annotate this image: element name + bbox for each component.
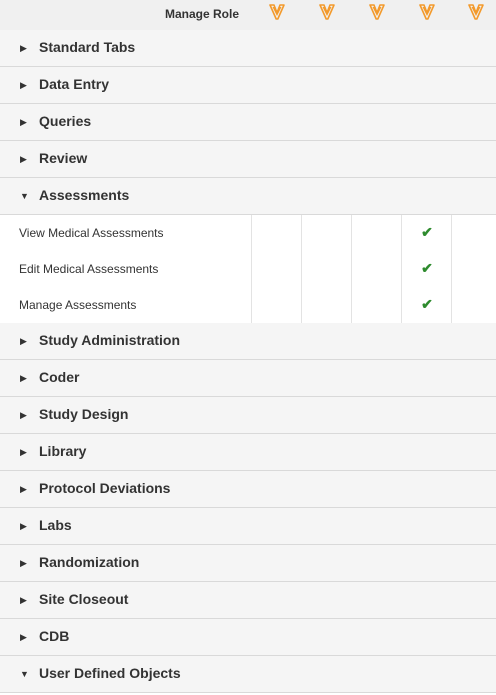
permission-cell[interactable] (451, 287, 496, 323)
section-label: Study Administration (39, 332, 181, 348)
caret-right-icon[interactable]: ▶ (20, 582, 27, 618)
section-label: Library (39, 443, 87, 459)
caret-right-icon[interactable]: ▶ (20, 545, 27, 581)
veeva-v-icon[interactable] (269, 3, 285, 21)
permission-label: Edit Medical Assessments (19, 262, 159, 276)
checkmark-icon: ✔ (421, 296, 433, 312)
section-cdb[interactable]: ▶ CDB (0, 619, 496, 656)
caret-right-icon[interactable]: ▶ (20, 30, 27, 66)
section-label: Randomization (39, 554, 140, 570)
section-standard-tabs[interactable]: ▶ Standard Tabs (0, 30, 496, 67)
section-coder[interactable]: ▶ Coder (0, 360, 496, 397)
permission-row: Manage Assessments ✔ (0, 287, 496, 324)
permission-cell[interactable] (301, 215, 352, 251)
permission-cell[interactable]: ✔ (401, 215, 452, 251)
section-label: User Defined Objects (39, 665, 181, 681)
section-review[interactable]: ▶ Review (0, 141, 496, 178)
section-protocol-deviations[interactable]: ▶ Protocol Deviations (0, 471, 496, 508)
section-label: Review (39, 150, 88, 166)
section-data-entry[interactable]: ▶ Data Entry (0, 67, 496, 104)
veeva-v-icon[interactable] (419, 3, 435, 21)
section-labs[interactable]: ▶ Labs (0, 508, 496, 545)
caret-right-icon[interactable]: ▶ (20, 323, 27, 359)
caret-down-icon[interactable]: ▼ (20, 178, 29, 214)
section-assessments[interactable]: ▼ Assessments (0, 178, 496, 215)
permission-cell[interactable]: ✔ (401, 287, 452, 323)
section-label: Standard Tabs (39, 39, 136, 55)
caret-right-icon[interactable]: ▶ (20, 141, 27, 177)
section-label: Study Design (39, 406, 129, 422)
caret-right-icon[interactable]: ▶ (20, 619, 27, 655)
section-user-defined-objects[interactable]: ▼ User Defined Objects (0, 656, 496, 693)
section-label: Queries (39, 113, 92, 129)
permission-cell[interactable] (251, 215, 302, 251)
permission-cell[interactable] (351, 287, 402, 323)
caret-right-icon[interactable]: ▶ (20, 434, 27, 470)
section-label: Coder (39, 369, 80, 385)
veeva-v-icon[interactable] (468, 3, 484, 21)
section-study-administration[interactable]: ▶ Study Administration (0, 323, 496, 360)
permission-row: View Medical Assessments ✔ (0, 215, 496, 252)
permission-cell[interactable] (301, 251, 352, 287)
veeva-v-icon[interactable] (319, 3, 335, 21)
caret-down-icon[interactable]: ▼ (20, 656, 29, 692)
caret-right-icon[interactable]: ▶ (20, 360, 27, 396)
section-label: CDB (39, 628, 70, 644)
permission-label: View Medical Assessments (19, 226, 164, 240)
permission-cell[interactable] (251, 251, 302, 287)
section-label: Data Entry (39, 76, 110, 92)
permission-cell[interactable] (451, 251, 496, 287)
permission-row: Edit Medical Assessments ✔ (0, 251, 496, 288)
caret-right-icon[interactable]: ▶ (20, 397, 27, 433)
section-randomization[interactable]: ▶ Randomization (0, 545, 496, 582)
permissions-header: Manage Role (0, 0, 496, 31)
checkmark-icon: ✔ (421, 224, 433, 240)
section-label: Protocol Deviations (39, 480, 171, 496)
permission-cell[interactable] (251, 287, 302, 323)
section-label: Assessments (39, 187, 130, 203)
caret-right-icon[interactable]: ▶ (20, 508, 27, 544)
veeva-v-icon[interactable] (369, 3, 385, 21)
section-label: Site Closeout (39, 591, 129, 607)
permission-cell[interactable]: ✔ (401, 251, 452, 287)
permission-cell[interactable] (351, 251, 402, 287)
section-site-closeout[interactable]: ▶ Site Closeout (0, 582, 496, 619)
permission-cell[interactable] (451, 215, 496, 251)
section-label: Labs (39, 517, 72, 533)
manage-role-label: Manage Role (164, 7, 239, 21)
caret-right-icon[interactable]: ▶ (20, 104, 27, 140)
section-study-design[interactable]: ▶ Study Design (0, 397, 496, 434)
caret-right-icon[interactable]: ▶ (20, 67, 27, 103)
caret-right-icon[interactable]: ▶ (20, 471, 27, 507)
permission-label: Manage Assessments (19, 298, 137, 312)
section-library[interactable]: ▶ Library (0, 434, 496, 471)
permission-cell[interactable] (351, 215, 402, 251)
permission-cell[interactable] (301, 287, 352, 323)
checkmark-icon: ✔ (421, 260, 433, 276)
section-queries[interactable]: ▶ Queries (0, 104, 496, 141)
